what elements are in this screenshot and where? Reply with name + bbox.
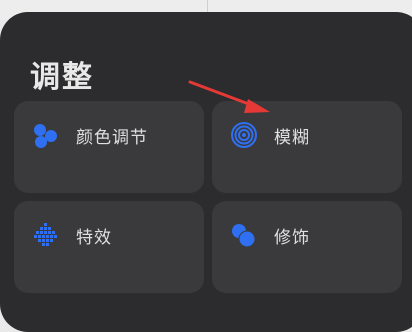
dot-matrix-icon <box>34 223 57 246</box>
panel-title: 调整 <box>30 60 94 95</box>
tile-effects[interactable]: 特效 <box>14 201 204 293</box>
blur-rings-icon <box>231 122 257 148</box>
tile-label: 模糊 <box>274 128 310 148</box>
color-dots-icon <box>34 124 57 148</box>
tile-retouch[interactable]: 修饰 <box>212 201 402 293</box>
overlap-circles-icon <box>232 224 256 248</box>
tile-blur[interactable]: 模糊 <box>212 101 402 193</box>
tile-color-adjust[interactable]: 颜色调节 <box>14 101 204 193</box>
tile-label: 修饰 <box>274 228 310 248</box>
tile-label: 颜色调节 <box>76 128 148 148</box>
tile-label: 特效 <box>76 228 112 248</box>
